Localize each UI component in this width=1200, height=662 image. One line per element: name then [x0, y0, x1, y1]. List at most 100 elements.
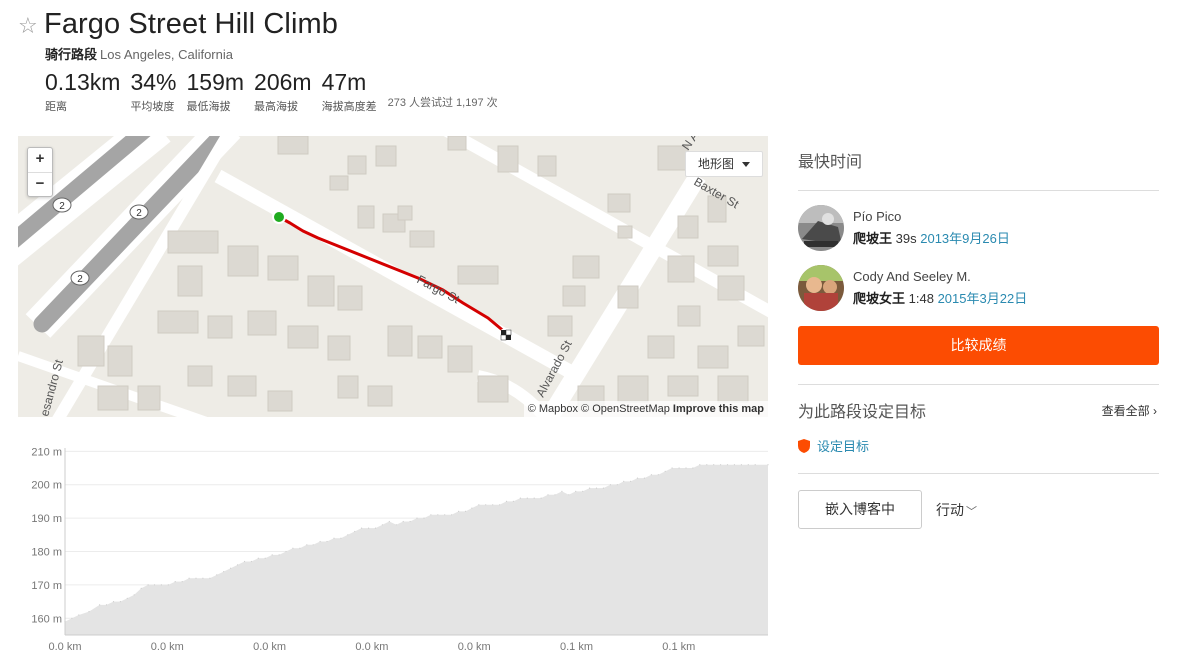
stat-label: 距离	[45, 101, 67, 113]
y-tick-label: 200 m	[31, 480, 62, 492]
elevation-point	[713, 464, 715, 466]
finish-flag-icon[interactable]	[499, 328, 513, 342]
elevation-point	[402, 520, 404, 523]
elevation-point	[595, 487, 598, 489]
elevation-point	[568, 494, 570, 496]
divider	[798, 473, 1159, 474]
segment-location: Los Angeles, California	[100, 47, 233, 62]
elevation-point	[671, 467, 673, 469]
elevation-point	[347, 534, 349, 536]
x-tick-label: 0.0 km	[151, 641, 184, 653]
elevation-point	[230, 567, 232, 569]
segment-header: ☆ Fargo Street Hill Climb 骑行路段 Los Angele…	[18, 8, 338, 63]
elevation-point	[540, 497, 542, 499]
map-canvas[interactable]: 2 2 2 Fargo St Baxter St Alvarado St esa…	[18, 136, 768, 417]
map-attribution: © Mapbox © OpenStreetMap Improve this ma…	[523, 401, 768, 417]
x-tick-label: 0.0 km	[48, 641, 81, 653]
leader-date-link[interactable]: 2013年9月26日	[920, 231, 1010, 246]
elevation-point	[319, 540, 321, 543]
route-badge-icon: 2	[52, 197, 72, 213]
zoom-out-button[interactable]: −	[28, 172, 52, 196]
elevation-point	[216, 574, 218, 576]
elevation-point	[451, 514, 453, 516]
elevation-chart[interactable]: 160 m 170 m 180 m 190 m 200 m 210 m 0.0 km 0.0 …	[18, 440, 778, 662]
x-tick-label: 0.1 km	[662, 641, 695, 653]
elevation-point	[657, 474, 659, 476]
map-type-dropdown[interactable]: 地形图	[685, 151, 764, 177]
shield-icon	[798, 438, 810, 453]
elevation-point	[237, 564, 239, 566]
goal-title: 为此路段设定目标	[798, 404, 927, 421]
elevation-point	[326, 540, 328, 543]
elevation-point	[195, 577, 197, 579]
avatar[interactable]	[798, 265, 844, 311]
elevation-point	[478, 504, 480, 506]
segment-stats: 0.13km 距离 34% 平均坡度 159m 最低海拔 206m 最高海拔 4…	[45, 68, 498, 114]
start-marker-icon[interactable]	[272, 210, 286, 224]
elevation-point	[264, 557, 266, 559]
elevation-point	[374, 527, 377, 529]
stat-highest-elev: 206m 最高海拔	[254, 68, 312, 114]
y-tick-label: 190 m	[31, 513, 62, 525]
elevation-point	[519, 497, 521, 499]
elevation-point	[423, 517, 425, 519]
elevation-point	[643, 477, 646, 479]
elevation-point	[499, 504, 501, 506]
set-goal-link[interactable]: 设定目标	[798, 436, 1159, 455]
compare-results-button[interactable]: 比较成绩	[798, 326, 1159, 365]
elevation-point	[243, 560, 246, 563]
leader-name[interactable]: Pío Pico	[853, 209, 1010, 224]
elevation-point	[285, 550, 287, 553]
elevation-point	[340, 537, 342, 539]
zoom-in-button[interactable]: +	[28, 148, 52, 172]
elevation-point	[140, 587, 142, 589]
elevation-point	[589, 487, 591, 489]
elevation-point	[754, 464, 756, 466]
elevation-point	[630, 480, 632, 482]
elevation-point	[678, 467, 680, 469]
leader-time-line: 爬坡王 39s 2013年9月26日	[853, 228, 1010, 247]
actions-dropdown[interactable]: 行动 ﹀	[936, 500, 977, 520]
elevation-point	[147, 584, 149, 586]
elevation-point	[685, 467, 687, 469]
segment-subtitle: 骑行路段 Los Angeles, California	[45, 44, 338, 63]
leader-entry[interactable]: Cody And Seeley M. 爬坡女王 1:48 2015年3月22日	[798, 265, 1159, 311]
elevation-point	[250, 560, 252, 563]
elevation-point	[767, 464, 769, 466]
route-badge-label: 2	[136, 208, 142, 219]
stat-value: 47m	[321, 69, 367, 95]
zoom-control: + −	[27, 147, 53, 197]
elevation-point	[181, 581, 183, 583]
elevation-point	[692, 467, 694, 469]
view-all-link[interactable]: 查看全部 ›	[1102, 402, 1157, 419]
leader-name[interactable]: Cody And Seeley M.	[853, 269, 1027, 284]
elevation-point	[740, 464, 743, 466]
leader-date-link[interactable]: 2015年3月22日	[938, 291, 1028, 306]
elevation-point	[664, 470, 666, 472]
elevation-point	[153, 584, 156, 586]
leader-entry[interactable]: Pío Pico 爬坡王 39s 2013年9月26日	[798, 205, 1159, 251]
elevation-point	[609, 484, 612, 486]
embed-blog-button[interactable]: 嵌入博客中	[798, 490, 922, 529]
elevation-point	[616, 484, 618, 486]
right-panel: 最快时间 Pío Pico 爬坡王 39s 2013年9月26日 Cody An…	[798, 136, 1159, 529]
elevation-point	[492, 504, 494, 506]
stat-label: 最高海拔	[254, 101, 299, 113]
star-icon[interactable]: ☆	[18, 14, 44, 37]
elevation-point	[395, 524, 397, 526]
elevation-point	[575, 490, 577, 492]
elevation-point	[505, 500, 508, 502]
avatar[interactable]	[798, 205, 844, 251]
leader-title: 爬坡女王	[853, 291, 906, 306]
elevation-point	[188, 577, 190, 579]
segment-map[interactable]: 2 2 2 Fargo St Baxter St Alvarado St esa…	[18, 136, 768, 417]
leader-time: 1:48	[908, 291, 934, 306]
elevation-point	[726, 464, 729, 466]
elevation-point	[747, 464, 749, 466]
improve-map-link[interactable]: Improve this map	[673, 403, 764, 415]
elevation-point	[526, 497, 528, 499]
elevation-point	[381, 524, 383, 526]
elevation-point	[582, 490, 584, 492]
view-all-label: 查看全部	[1101, 403, 1150, 418]
elevation-point	[512, 500, 514, 502]
